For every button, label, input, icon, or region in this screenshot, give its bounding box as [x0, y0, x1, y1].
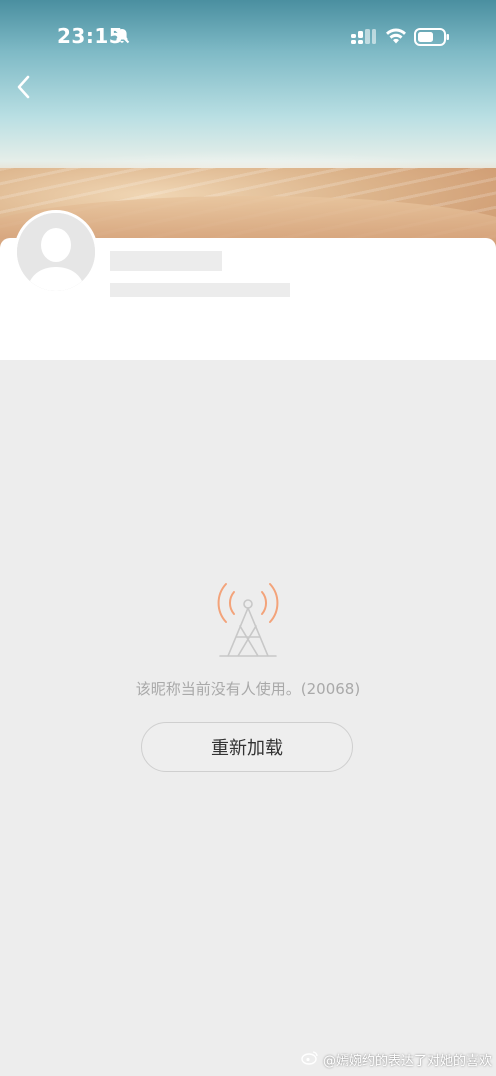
empty-state-message: 该昵称当前没有人使用。(20068) [135, 680, 361, 698]
broadcast-tower-icon [214, 576, 282, 664]
watermark-text: @嫣婉约的表达了对她的喜欢 [322, 1054, 492, 1069]
battery-icon [414, 28, 450, 50]
weibo-icon [301, 1050, 319, 1069]
reload-button[interactable]: 重新加载 [141, 722, 353, 772]
status-bar: 23:15 [0, 0, 496, 74]
signal-icon [351, 29, 377, 49]
profile-subtitle-placeholder [110, 283, 290, 297]
chevron-left-icon [14, 74, 32, 104]
bell-slash-icon [113, 27, 131, 49]
watermark: @嫣婉约的表达了对她的喜欢 [301, 1050, 492, 1069]
profile-name-placeholder [110, 251, 222, 271]
wifi-icon [385, 27, 407, 49]
avatar[interactable] [14, 210, 98, 294]
back-button[interactable] [10, 74, 36, 104]
